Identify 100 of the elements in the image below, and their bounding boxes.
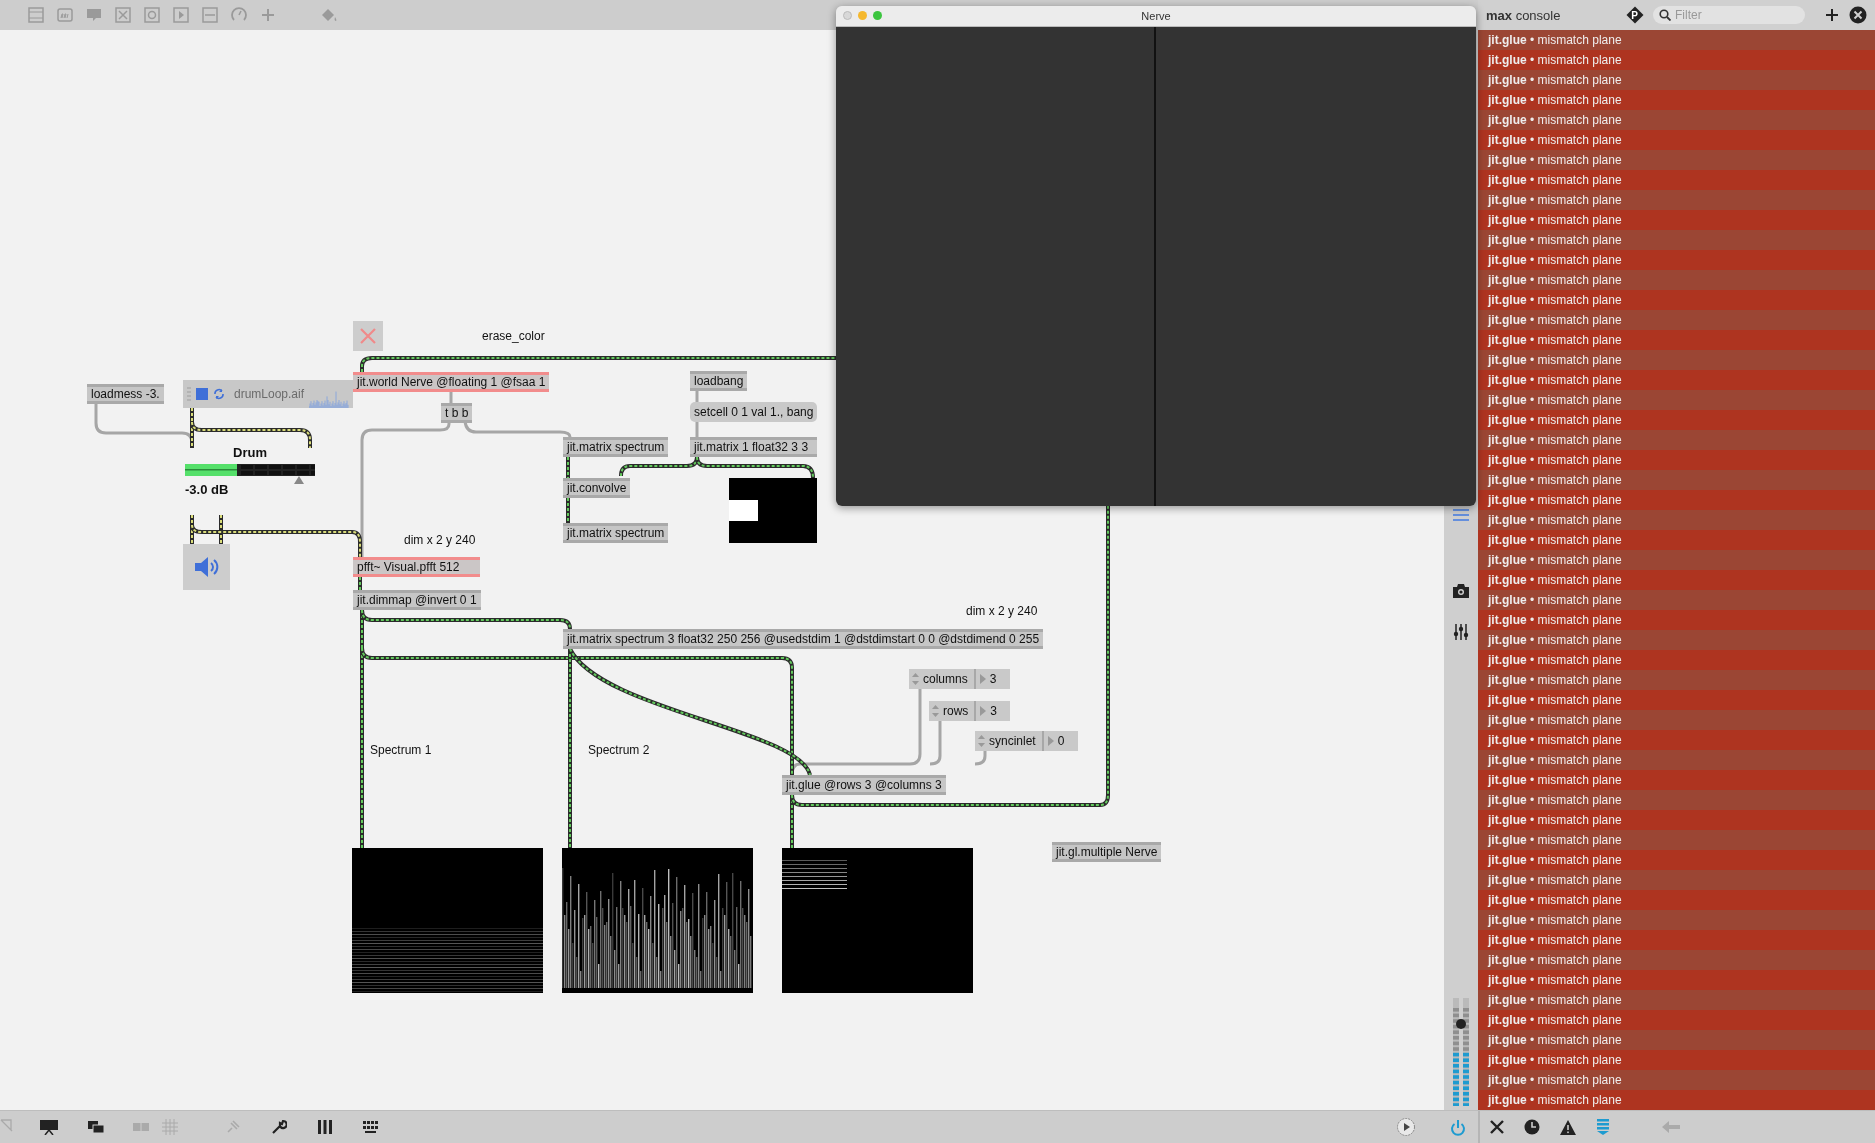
console-message: jit.glue • mismatch plane: [1478, 110, 1875, 130]
console-message: jit.glue • mismatch plane: [1478, 370, 1875, 390]
console-message: jit.glue • mismatch plane: [1478, 210, 1875, 230]
keyboard-icon[interactable]: [362, 1119, 380, 1135]
console-message: jit.glue • mismatch plane: [1478, 250, 1875, 270]
presentation-icon[interactable]: [40, 1119, 58, 1135]
object-box[interactable]: t b b: [441, 403, 473, 423]
console-message: jit.glue • mismatch plane: [1478, 430, 1875, 450]
object-box[interactable]: jit.matrix spectrum 3 float32 250 256 @usedstdim 1 @dstdimstart 0 0 @dstdimend 0 255: [563, 629, 1044, 649]
close-icon[interactable]: [1849, 6, 1867, 24]
object-box[interactable]: jit.convolve: [563, 478, 631, 498]
updown-arrows-icon: [912, 673, 919, 685]
sliders-icon[interactable]: [1453, 624, 1469, 640]
triangle-icon: [980, 706, 987, 716]
patch-cord: [566, 497, 570, 524]
warning-icon[interactable]: [1560, 1119, 1576, 1135]
plus-icon[interactable]: [1825, 8, 1839, 22]
grid-icon[interactable]: [162, 1119, 178, 1135]
panel-icon[interactable]: [27, 6, 45, 24]
console-message: jit.glue • mismatch plane: [1478, 330, 1875, 350]
arrow-left-icon[interactable]: [1662, 1121, 1680, 1133]
x-icon[interactable]: [1490, 1120, 1504, 1134]
circle-box-icon[interactable]: [143, 6, 161, 24]
console-message: jit.glue • mismatch plane: [1478, 30, 1875, 50]
patch-cord: [695, 391, 699, 402]
comment: dim x 2 y 240: [966, 603, 1038, 619]
object-box[interactable]: loadmess -3.: [87, 384, 164, 404]
console-message: jit.glue • mismatch plane: [1478, 490, 1875, 510]
comment: Spectrum 1: [370, 742, 432, 758]
stack-icon[interactable]: [1596, 1119, 1610, 1135]
number-box[interactable]: 3: [976, 701, 1011, 721]
clock-icon[interactable]: [1524, 1119, 1540, 1135]
object-box[interactable]: jit.world Nerve @floating 1 @fsaa 1: [353, 372, 550, 392]
p-button[interactable]: P: [1626, 6, 1643, 24]
console-message: jit.glue • mismatch plane: [1478, 910, 1875, 930]
attribute-menu[interactable]: rows: [929, 701, 977, 721]
message-box[interactable]: setcell 0 1 val 1., bang: [690, 402, 818, 422]
loop-icon[interactable]: [213, 388, 225, 400]
attribute-menu[interactable]: syncinlet: [975, 731, 1044, 751]
console-message: jit.glue • mismatch plane: [1478, 850, 1875, 870]
object-box[interactable]: jit.gl.multiple Nerve: [1052, 842, 1162, 862]
object-box[interactable]: jit.matrix spectrum: [563, 437, 669, 457]
zoom-dot-icon[interactable]: [873, 11, 882, 20]
console-message: jit.glue • mismatch plane: [1478, 970, 1875, 990]
console-message: jit.glue • mismatch plane: [1478, 650, 1875, 670]
console-message: jit.glue • mismatch plane: [1478, 830, 1875, 850]
comment: Spectrum 2: [588, 742, 650, 758]
speaker-button[interactable]: [183, 544, 230, 590]
console-message: jit.glue • mismatch plane: [1478, 170, 1875, 190]
power-icon[interactable]: [1450, 1119, 1466, 1137]
console-message: jit.glue • mismatch plane: [1478, 310, 1875, 330]
attribute-menu[interactable]: columns: [909, 669, 976, 689]
number-box[interactable]: 3: [975, 669, 1010, 689]
console-message: jit.glue • mismatch plane: [1478, 790, 1875, 810]
camera-icon[interactable]: [1453, 584, 1469, 598]
window-title: Nerve: [1141, 10, 1171, 22]
console-message: jit.glue • mismatch plane: [1478, 770, 1875, 790]
speech-bubble-icon[interactable]: [85, 6, 103, 24]
console-message: jit.glue • mismatch plane: [1478, 1030, 1875, 1050]
console-message: jit.glue • mismatch plane: [1478, 270, 1875, 290]
file-name: drumLoop.aif: [234, 387, 305, 401]
cross-button[interactable]: [353, 321, 383, 351]
pin-icon[interactable]: [225, 1119, 241, 1135]
close-dot-icon[interactable]: [843, 11, 852, 20]
console-message: jit.glue • mismatch plane: [1478, 130, 1875, 150]
object-box[interactable]: jit.matrix spectrum: [563, 523, 669, 543]
wrench-icon[interactable]: [271, 1119, 287, 1135]
search-icon: [1659, 9, 1671, 21]
message-box-icon[interactable]: [56, 6, 74, 24]
comment: dim x 2 y 240: [404, 532, 476, 548]
updown-arrows-icon: [978, 735, 985, 747]
object-box[interactable]: jit.glue @rows 3 @columns 3: [782, 775, 946, 795]
play-circle-icon[interactable]: [1396, 1117, 1416, 1137]
patch-cord: [449, 392, 453, 403]
object-box[interactable]: pfft~ Visual.pfft 512: [353, 557, 480, 577]
gain-slider[interactable]: [185, 464, 315, 484]
console-title: max console: [1486, 7, 1562, 23]
console-message: jit.glue • mismatch plane: [1478, 50, 1875, 70]
slider-box-icon[interactable]: [201, 6, 219, 24]
bars-icon[interactable]: [317, 1119, 333, 1135]
console-message: jit.glue • mismatch plane: [1478, 810, 1875, 830]
play-box-icon[interactable]: [172, 6, 190, 24]
console-message: jit.glue • mismatch plane: [1478, 390, 1875, 410]
x-box-icon[interactable]: [114, 6, 132, 24]
console-message: jit.glue • mismatch plane: [1478, 530, 1875, 550]
minimize-dot-icon[interactable]: [858, 11, 867, 20]
filter-field[interactable]: Filter: [1653, 6, 1805, 24]
console-message: jit.glue • mismatch plane: [1478, 350, 1875, 370]
object-box[interactable]: jit.dimmap @invert 0 1: [353, 590, 481, 610]
stop-icon[interactable]: [196, 388, 208, 400]
console-message: jit.glue • mismatch plane: [1478, 670, 1875, 690]
number-box[interactable]: 0: [1043, 731, 1078, 751]
volume-meter-drawing[interactable]: [1451, 998, 1471, 1106]
list-icon[interactable]: [1453, 508, 1469, 522]
console-message: jit.glue • mismatch plane: [1478, 930, 1875, 950]
object-box[interactable]: jit.matrix 1 float32 3 3: [690, 437, 817, 457]
gain-reading: -3.0 dB: [185, 482, 230, 498]
object-box[interactable]: loadbang: [690, 371, 748, 391]
windows-icon[interactable]: [87, 1119, 105, 1135]
console-message: jit.glue • mismatch plane: [1478, 1070, 1875, 1090]
